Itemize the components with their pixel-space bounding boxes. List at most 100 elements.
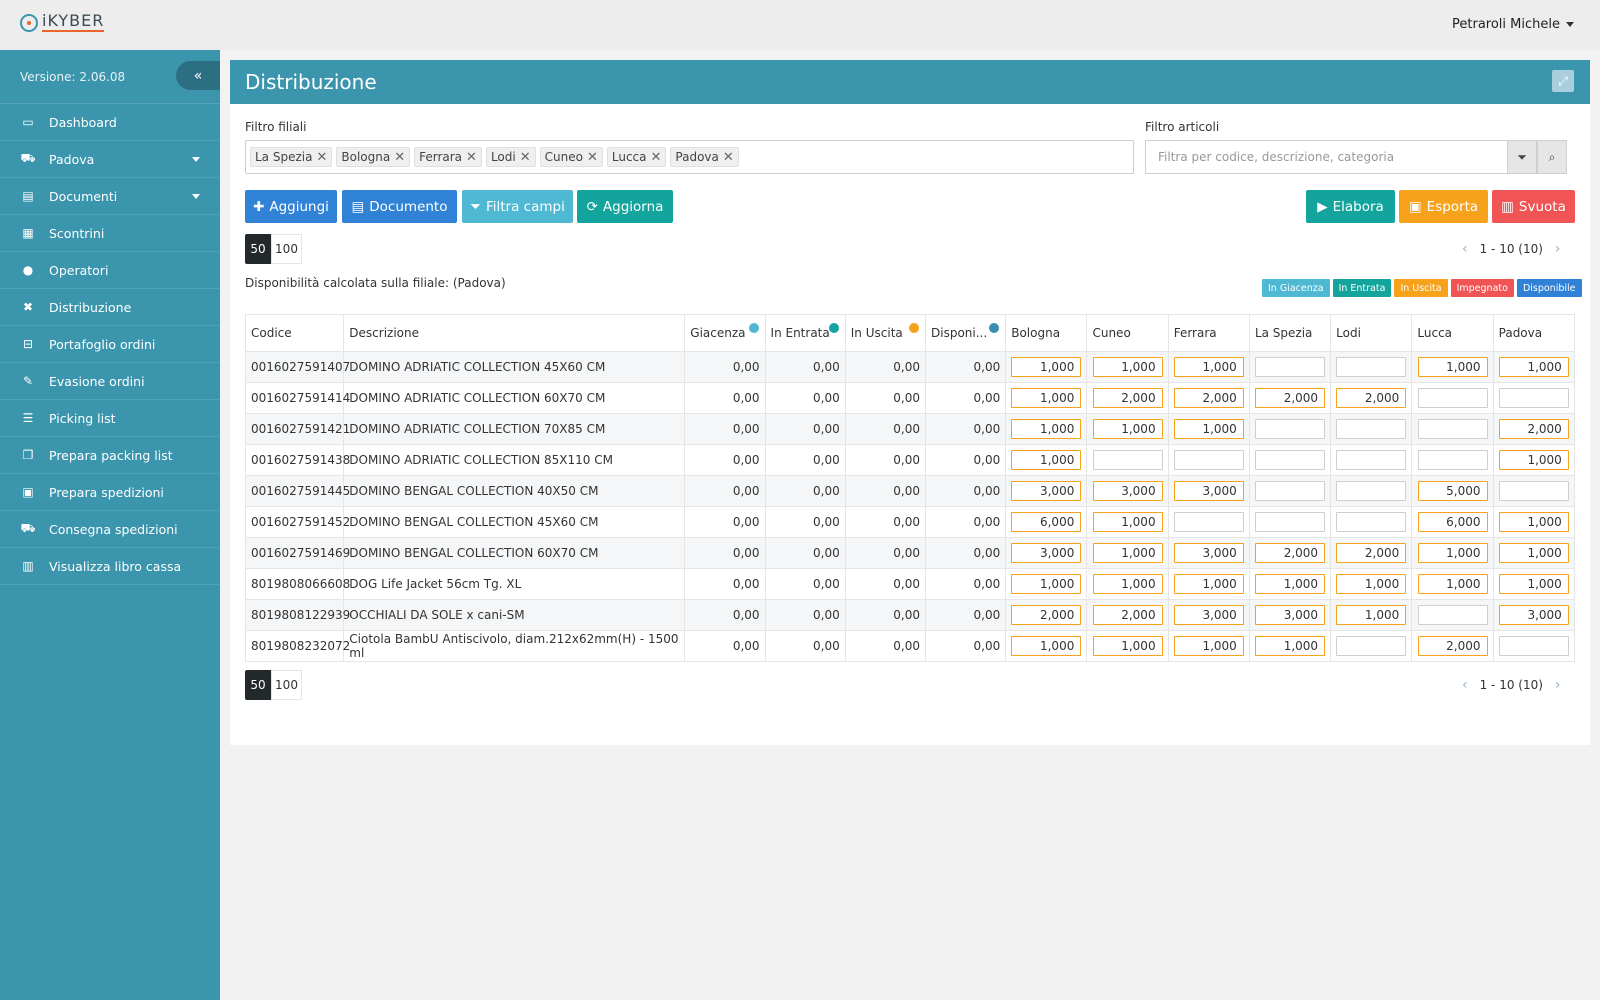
filter-fields-button[interactable]: ⏷ Filtra campi xyxy=(462,190,573,223)
column-header[interactable]: Codice xyxy=(244,314,345,352)
article-filter-input[interactable] xyxy=(1145,140,1507,174)
page-size-50[interactable]: 50 xyxy=(245,670,271,700)
quantity-input[interactable] xyxy=(1417,357,1488,377)
quantity-input[interactable] xyxy=(1092,512,1163,532)
quantity-input[interactable] xyxy=(1092,450,1163,470)
prev-page-icon[interactable]: ‹ xyxy=(1462,241,1468,257)
quantity-input[interactable] xyxy=(1417,605,1488,625)
remove-tag-icon[interactable]: ✕ xyxy=(723,150,734,165)
quantity-input[interactable] xyxy=(1255,543,1326,563)
quantity-input[interactable] xyxy=(1173,512,1244,532)
add-button[interactable]: ✚ Aggiungi xyxy=(245,190,337,223)
column-header[interactable]: Lodi xyxy=(1330,314,1413,352)
quantity-input[interactable] xyxy=(1255,605,1326,625)
quantity-input[interactable] xyxy=(1336,357,1407,377)
quantity-input[interactable] xyxy=(1336,574,1407,594)
quantity-input[interactable] xyxy=(1255,512,1326,532)
column-header[interactable]: Bologna xyxy=(1005,314,1088,352)
quantity-input[interactable] xyxy=(1173,357,1244,377)
sidebar-item-distribuzione[interactable]: ✖ Distribuzione xyxy=(0,289,220,326)
quantity-input[interactable] xyxy=(1498,388,1569,408)
expand-panel-button[interactable]: ⤢ xyxy=(1552,70,1574,92)
sidebar-item-operatori[interactable]: ● Operatori xyxy=(0,252,220,289)
quantity-input[interactable] xyxy=(1336,512,1407,532)
refresh-button[interactable]: ⟳ Aggiorna xyxy=(577,190,673,223)
document-button[interactable]: ▤ Documento xyxy=(342,190,457,223)
column-header[interactable]: Cuneo xyxy=(1086,314,1169,352)
sidebar-item-scontrini[interactable]: ▦ Scontrini xyxy=(0,215,220,252)
quantity-input[interactable] xyxy=(1417,636,1488,656)
remove-tag-icon[interactable]: ✕ xyxy=(587,150,598,165)
quantity-input[interactable] xyxy=(1011,388,1082,408)
quantity-input[interactable] xyxy=(1011,574,1082,594)
quantity-input[interactable] xyxy=(1498,481,1569,501)
quantity-input[interactable] xyxy=(1255,357,1326,377)
quantity-input[interactable] xyxy=(1011,636,1082,656)
column-header[interactable]: Disponi... xyxy=(924,314,1007,352)
quantity-input[interactable] xyxy=(1336,481,1407,501)
app-logo[interactable]: iKYBER xyxy=(20,13,105,32)
quantity-input[interactable] xyxy=(1255,419,1326,439)
quantity-input[interactable] xyxy=(1336,388,1407,408)
quantity-input[interactable] xyxy=(1417,481,1488,501)
quantity-input[interactable] xyxy=(1336,605,1407,625)
quantity-input[interactable] xyxy=(1092,357,1163,377)
quantity-input[interactable] xyxy=(1255,574,1326,594)
quantity-input[interactable] xyxy=(1417,574,1488,594)
quantity-input[interactable] xyxy=(1173,419,1244,439)
quantity-input[interactable] xyxy=(1417,450,1488,470)
search-button[interactable]: ⌕ xyxy=(1537,140,1567,174)
branch-filter-input[interactable]: La Spezia ✕ Bologna ✕ Ferrara ✕ Lodi ✕ Cuneo ✕ Luc… xyxy=(245,140,1134,174)
quantity-input[interactable] xyxy=(1011,450,1082,470)
quantity-input[interactable] xyxy=(1498,574,1569,594)
quantity-input[interactable] xyxy=(1173,543,1244,563)
quantity-input[interactable] xyxy=(1173,388,1244,408)
quantity-input[interactable] xyxy=(1173,636,1244,656)
quantity-input[interactable] xyxy=(1336,543,1407,563)
sidebar-item-padova[interactable]: ⛟ Padova xyxy=(0,141,220,178)
page-size-100[interactable]: 100 xyxy=(271,234,302,264)
quantity-input[interactable] xyxy=(1417,543,1488,563)
quantity-input[interactable] xyxy=(1092,388,1163,408)
quantity-input[interactable] xyxy=(1498,605,1569,625)
quantity-input[interactable] xyxy=(1092,574,1163,594)
column-header[interactable]: La Spezia xyxy=(1248,314,1332,352)
remove-tag-icon[interactable]: ✕ xyxy=(466,150,477,165)
process-button[interactable]: ▶ Elabora xyxy=(1306,190,1395,223)
next-page-icon[interactable]: › xyxy=(1555,677,1561,693)
quantity-input[interactable] xyxy=(1336,636,1407,656)
quantity-input[interactable] xyxy=(1498,357,1569,377)
quantity-input[interactable] xyxy=(1011,543,1082,563)
quantity-input[interactable] xyxy=(1092,543,1163,563)
quantity-input[interactable] xyxy=(1011,419,1082,439)
remove-tag-icon[interactable]: ✕ xyxy=(394,150,405,165)
quantity-input[interactable] xyxy=(1255,388,1326,408)
page-size-100[interactable]: 100 xyxy=(271,670,302,700)
quantity-input[interactable] xyxy=(1173,481,1244,501)
quantity-input[interactable] xyxy=(1092,636,1163,656)
quantity-input[interactable] xyxy=(1173,605,1244,625)
sidebar-item-dashboard[interactable]: ▭ Dashboard xyxy=(0,104,220,141)
sidebar-item-prepara-spedizioni[interactable]: ▣ Prepara spedizioni xyxy=(0,474,220,511)
quantity-input[interactable] xyxy=(1092,419,1163,439)
quantity-input[interactable] xyxy=(1498,512,1569,532)
empty-button[interactable]: ▥ Svuota xyxy=(1492,190,1575,223)
quantity-input[interactable] xyxy=(1498,636,1569,656)
remove-tag-icon[interactable]: ✕ xyxy=(520,150,531,165)
sidebar-item-consegna-spedizioni[interactable]: ⛟ Consegna spedizioni xyxy=(0,511,220,548)
quantity-input[interactable] xyxy=(1173,450,1244,470)
quantity-input[interactable] xyxy=(1336,450,1407,470)
quantity-input[interactable] xyxy=(1255,481,1326,501)
column-header[interactable]: Giacenza xyxy=(684,314,766,352)
sidebar-item-portafoglio-ordini[interactable]: ⊟ Portafoglio ordini xyxy=(0,326,220,363)
prev-page-icon[interactable]: ‹ xyxy=(1462,677,1468,693)
sidebar-item-picking-list[interactable]: ☰ Picking list xyxy=(0,400,220,437)
column-header[interactable]: Descrizione xyxy=(343,314,686,352)
quantity-input[interactable] xyxy=(1255,450,1326,470)
sidebar-item-prepara-packing-list[interactable]: ❐ Prepara packing list xyxy=(0,437,220,474)
quantity-input[interactable] xyxy=(1092,605,1163,625)
quantity-input[interactable] xyxy=(1011,481,1082,501)
quantity-input[interactable] xyxy=(1255,636,1326,656)
user-menu[interactable]: Petraroli Michele xyxy=(1452,17,1574,32)
next-page-icon[interactable]: › xyxy=(1555,241,1561,257)
